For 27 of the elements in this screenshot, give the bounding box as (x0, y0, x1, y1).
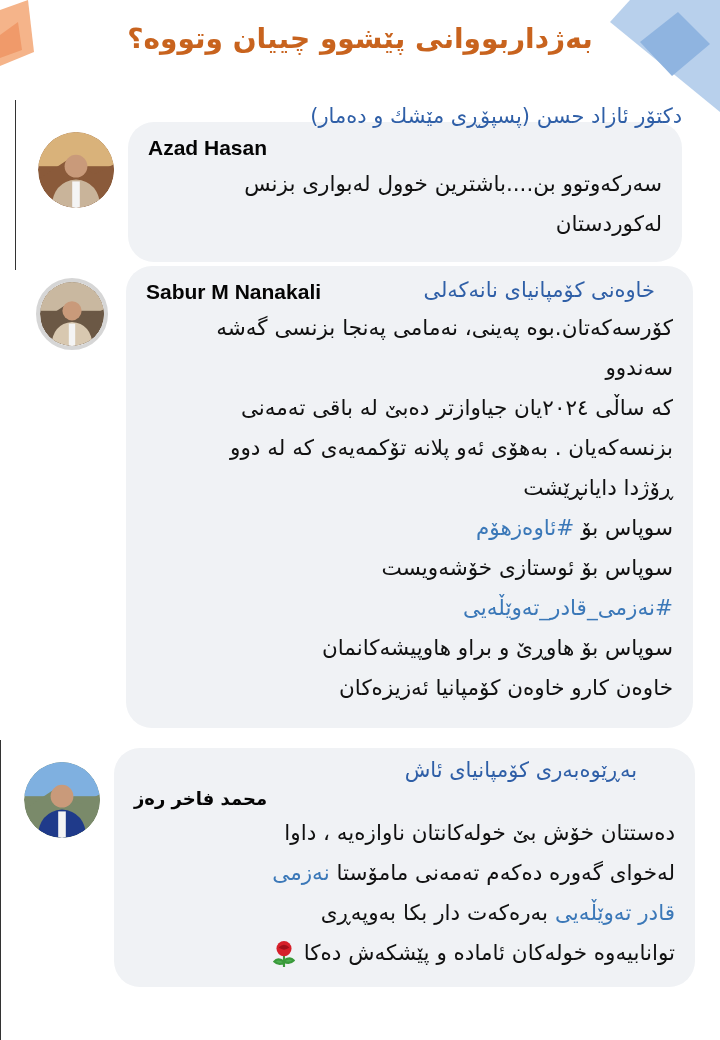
comment-line: سوپاس بۆ هاوڕێ و براو هاوپیشەکانمان (321, 634, 673, 662)
comment-line: سوپاس بۆ ئوستازی خۆشەویست (380, 554, 673, 582)
author-name[interactable]: Sabur M Nanakali (146, 280, 322, 304)
comment-line: دەستتان خۆش بێ خولەکانتان ناوازەیە ، داوا (283, 819, 675, 847)
hashtag-link[interactable]: نەزمی (272, 860, 330, 885)
author-name[interactable]: محمد فاخر رەز (134, 788, 268, 809)
comment-line: قادر تەوێڵەیی بەرەکەت دار بکا بەوپەڕی (319, 898, 675, 927)
comment-line: سەندوو (603, 354, 673, 382)
hashtag-link[interactable]: قادر تەوێڵەیی (554, 900, 675, 925)
comment-line: بزنسەکەیان . بەهۆی ئەو پلانە تۆکمەیەی کە لە دوو (228, 434, 673, 462)
rose-icon (270, 940, 297, 968)
hashtag-link[interactable]: #نەزمی_قادر_تەوێڵەیی (462, 595, 673, 620)
comment-line: کە ساڵی ٢٠٢٤یان جیاوازتر دەبێ لە باقی تەمەنی (239, 393, 673, 422)
comment-line: سوپاس بۆ #ئاوەزهۆم (475, 514, 673, 542)
author-name[interactable]: Azad Hasan (148, 136, 268, 160)
comment-line: ڕۆژدا دایانڕێشت (522, 474, 673, 502)
hashtag-link[interactable]: #ئاوەزهۆم (476, 515, 575, 540)
comment-line: خاوەن کارو خاوەن کۆمپانیا ئەزیزەکان (338, 674, 673, 702)
comment-line: سەرکەوتوو بن....باشترین خوول لەبواری بزنس (243, 170, 662, 198)
comment-line: لەکوردستان (554, 210, 662, 238)
author-caption: خاوەنی کۆمپانیای نانەکەلی (423, 278, 655, 302)
author-caption: دکتۆر ئازاد حسن (پسپۆڕی مێشك و دەمار) (310, 104, 682, 128)
comment-line: توانابیەوە خولەکان ئامادە و پێشکەش دەکا (134, 933, 675, 973)
author-caption: بەڕێوەبەری کۆمپانیای ئاش (404, 758, 637, 782)
page-title: بەژداربووانی پێشوو چییان وتووە؟ (127, 22, 593, 57)
comment-line: لەخوای گەورە دەکەم تەمەنی مامۆستا نەزمی (271, 859, 675, 887)
comment-line: کۆرسەکەتان.بوە پەینی، نەمامی پەنجا بزنسی گەشە (215, 314, 673, 342)
